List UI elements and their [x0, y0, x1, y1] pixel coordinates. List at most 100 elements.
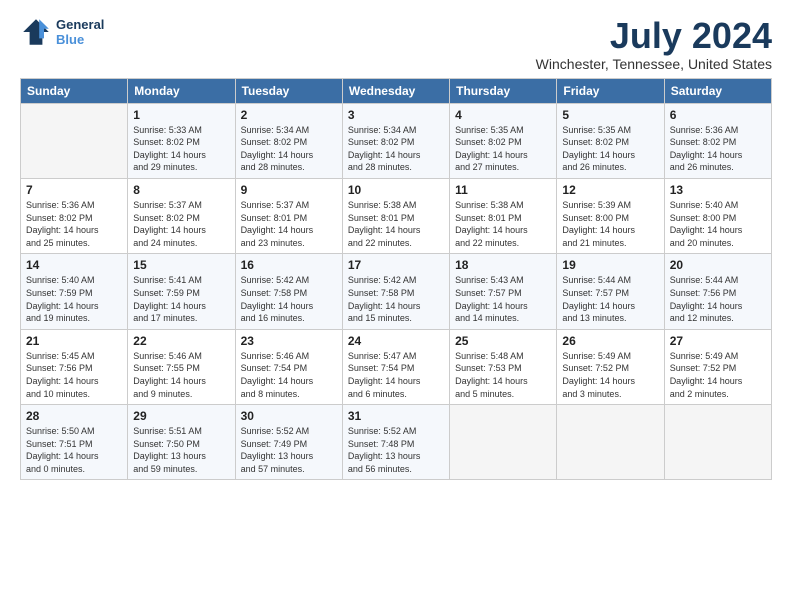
day-number: 9 — [241, 183, 337, 197]
calendar-cell: 16Sunrise: 5:42 AM Sunset: 7:58 PM Dayli… — [235, 254, 342, 329]
calendar-week-row: 28Sunrise: 5:50 AM Sunset: 7:51 PM Dayli… — [21, 405, 772, 480]
day-detail: Sunrise: 5:38 AM Sunset: 8:01 PM Dayligh… — [455, 200, 528, 248]
day-number: 1 — [133, 108, 229, 122]
calendar-cell — [450, 405, 557, 480]
calendar-cell: 29 Sunrise: 5:51 AM Sunset: 7:50 PM Dayli… — [128, 405, 235, 480]
calendar-week-row: 7 Sunrise: 5:36 AM Sunset: 8:02 PM Daylig… — [21, 178, 772, 253]
calendar-cell: 6 Sunrise: 5:36 AM Sunset: 8:02 PM Daylig… — [664, 103, 771, 178]
logo: General Blue — [20, 16, 104, 48]
day-number: 24 — [348, 334, 444, 348]
day-number: 11 — [455, 183, 551, 197]
calendar-week-row: 1 Sunrise: 5:33 AM Sunset: 8:02 PM Daylig… — [21, 103, 772, 178]
calendar-cell: 23 Sunrise: 5:46 AM Sunset: 7:54 PM Dayli… — [235, 329, 342, 404]
day-number: 23 — [241, 334, 337, 348]
calendar-table: SundayMondayTuesdayWednesdayThursdayFrid… — [20, 78, 772, 481]
calendar-cell: 15 Sunrise: 5:41 AM Sunset: 7:59 PM Dayli… — [128, 254, 235, 329]
day-number: 6 — [670, 108, 766, 122]
calendar-cell: 17Sunrise: 5:42 AM Sunset: 7:58 PM Dayli… — [342, 254, 449, 329]
calendar-cell: 8 Sunrise: 5:37 AM Sunset: 8:02 PM Daylig… — [128, 178, 235, 253]
day-number: 22 — [133, 334, 229, 348]
day-detail: Sunrise: 5:35 AM Sunset: 8:02 PM Dayligh… — [455, 125, 528, 173]
day-number: 4 — [455, 108, 551, 122]
day-number: 15 — [133, 258, 229, 272]
calendar-cell: 27 Sunrise: 5:49 AM Sunset: 7:52 PM Dayli… — [664, 329, 771, 404]
day-number: 8 — [133, 183, 229, 197]
calendar-header-row: SundayMondayTuesdayWednesdayThursdayFrid… — [21, 78, 772, 103]
day-detail: Sunrise: 5:40 AM Sunset: 7:59 PM Dayligh… — [26, 275, 99, 323]
day-detail: Sunrise: 5:43 AM Sunset: 7:57 PM Dayligh… — [455, 275, 528, 323]
day-number: 26 — [562, 334, 658, 348]
day-detail: Sunrise: 5:41 AM Sunset: 7:59 PM Dayligh… — [133, 275, 206, 323]
calendar-day-header: Thursday — [450, 78, 557, 103]
day-number: 5 — [562, 108, 658, 122]
day-detail: Sunrise: 5:38 AM Sunset: 8:01 PM Dayligh… — [348, 200, 421, 248]
day-detail: Sunrise: 5:52 AM Sunset: 7:48 PM Dayligh… — [348, 426, 421, 474]
calendar-cell: 9 Sunrise: 5:37 AM Sunset: 8:01 PM Daylig… — [235, 178, 342, 253]
day-number: 13 — [670, 183, 766, 197]
calendar-cell: 18 Sunrise: 5:43 AM Sunset: 7:57 PM Dayli… — [450, 254, 557, 329]
calendar-day-header: Sunday — [21, 78, 128, 103]
title-area: July 2024 Winchester, Tennessee, United … — [536, 16, 772, 72]
day-detail: Sunrise: 5:36 AM Sunset: 8:02 PM Dayligh… — [26, 200, 99, 248]
day-detail: Sunrise: 5:34 AM Sunset: 8:02 PM Dayligh… — [348, 125, 421, 173]
calendar-cell: 21 Sunrise: 5:45 AM Sunset: 7:56 PM Dayli… — [21, 329, 128, 404]
logo-text: General Blue — [56, 17, 104, 47]
day-detail: Sunrise: 5:35 AM Sunset: 8:02 PM Dayligh… — [562, 125, 635, 173]
day-detail: Sunrise: 5:37 AM Sunset: 8:02 PM Dayligh… — [133, 200, 206, 248]
day-number: 16 — [241, 258, 337, 272]
day-detail: Sunrise: 5:46 AM Sunset: 7:54 PM Dayligh… — [241, 351, 314, 399]
day-detail: Sunrise: 5:50 AM Sunset: 7:51 PM Dayligh… — [26, 426, 99, 474]
day-detail: Sunrise: 5:33 AM Sunset: 8:02 PM Dayligh… — [133, 125, 206, 173]
day-detail: Sunrise: 5:44 AM Sunset: 7:57 PM Dayligh… — [562, 275, 635, 323]
calendar-cell: 7 Sunrise: 5:36 AM Sunset: 8:02 PM Daylig… — [21, 178, 128, 253]
day-number: 19 — [562, 258, 658, 272]
calendar-cell: 10 Sunrise: 5:38 AM Sunset: 8:01 PM Dayli… — [342, 178, 449, 253]
calendar-cell: 3Sunrise: 5:34 AM Sunset: 8:02 PM Daylig… — [342, 103, 449, 178]
day-detail: Sunrise: 5:52 AM Sunset: 7:49 PM Dayligh… — [241, 426, 314, 474]
day-detail: Sunrise: 5:49 AM Sunset: 7:52 PM Dayligh… — [670, 351, 743, 399]
day-number: 7 — [26, 183, 122, 197]
day-detail: Sunrise: 5:44 AM Sunset: 7:56 PM Dayligh… — [670, 275, 743, 323]
day-number: 2 — [241, 108, 337, 122]
calendar-week-row: 14Sunrise: 5:40 AM Sunset: 7:59 PM Dayli… — [21, 254, 772, 329]
day-number: 20 — [670, 258, 766, 272]
day-detail: Sunrise: 5:45 AM Sunset: 7:56 PM Dayligh… — [26, 351, 99, 399]
day-number: 27 — [670, 334, 766, 348]
calendar-cell: 30 Sunrise: 5:52 AM Sunset: 7:49 PM Dayli… — [235, 405, 342, 480]
day-detail: Sunrise: 5:40 AM Sunset: 8:00 PM Dayligh… — [670, 200, 743, 248]
header: General Blue July 2024 Winchester, Tenne… — [20, 16, 772, 72]
day-detail: Sunrise: 5:39 AM Sunset: 8:00 PM Dayligh… — [562, 200, 635, 248]
calendar-cell — [664, 405, 771, 480]
day-number: 25 — [455, 334, 551, 348]
day-detail: Sunrise: 5:51 AM Sunset: 7:50 PM Dayligh… — [133, 426, 206, 474]
calendar-cell: 22 Sunrise: 5:46 AM Sunset: 7:55 PM Dayli… — [128, 329, 235, 404]
day-detail: Sunrise: 5:36 AM Sunset: 8:02 PM Dayligh… — [670, 125, 743, 173]
calendar-cell — [21, 103, 128, 178]
page-title: July 2024 — [536, 16, 772, 56]
day-detail: Sunrise: 5:34 AM Sunset: 8:02 PM Dayligh… — [241, 125, 314, 173]
day-number: 10 — [348, 183, 444, 197]
calendar-cell: 19 Sunrise: 5:44 AM Sunset: 7:57 PM Dayli… — [557, 254, 664, 329]
calendar-cell: 1 Sunrise: 5:33 AM Sunset: 8:02 PM Daylig… — [128, 103, 235, 178]
page-subtitle: Winchester, Tennessee, United States — [536, 56, 772, 72]
day-number: 30 — [241, 409, 337, 423]
day-number: 18 — [455, 258, 551, 272]
calendar-cell: 28Sunrise: 5:50 AM Sunset: 7:51 PM Dayli… — [21, 405, 128, 480]
calendar-day-header: Saturday — [664, 78, 771, 103]
calendar-week-row: 21 Sunrise: 5:45 AM Sunset: 7:56 PM Dayli… — [21, 329, 772, 404]
calendar-cell: 24Sunrise: 5:47 AM Sunset: 7:54 PM Dayli… — [342, 329, 449, 404]
day-detail: Sunrise: 5:37 AM Sunset: 8:01 PM Dayligh… — [241, 200, 314, 248]
page: General Blue July 2024 Winchester, Tenne… — [0, 0, 792, 490]
calendar-cell: 13 Sunrise: 5:40 AM Sunset: 8:00 PM Dayli… — [664, 178, 771, 253]
day-number: 29 — [133, 409, 229, 423]
calendar-day-header: Friday — [557, 78, 664, 103]
day-detail: Sunrise: 5:46 AM Sunset: 7:55 PM Dayligh… — [133, 351, 206, 399]
calendar-cell: 11 Sunrise: 5:38 AM Sunset: 8:01 PM Dayli… — [450, 178, 557, 253]
day-detail: Sunrise: 5:48 AM Sunset: 7:53 PM Dayligh… — [455, 351, 528, 399]
calendar-cell: 5 Sunrise: 5:35 AM Sunset: 8:02 PM Daylig… — [557, 103, 664, 178]
calendar-cell: 2 Sunrise: 5:34 AM Sunset: 8:02 PM Daylig… — [235, 103, 342, 178]
calendar-cell: 31Sunrise: 5:52 AM Sunset: 7:48 PM Dayli… — [342, 405, 449, 480]
day-detail: Sunrise: 5:42 AM Sunset: 7:58 PM Dayligh… — [348, 275, 421, 323]
calendar-cell: 4 Sunrise: 5:35 AM Sunset: 8:02 PM Daylig… — [450, 103, 557, 178]
day-number: 21 — [26, 334, 122, 348]
